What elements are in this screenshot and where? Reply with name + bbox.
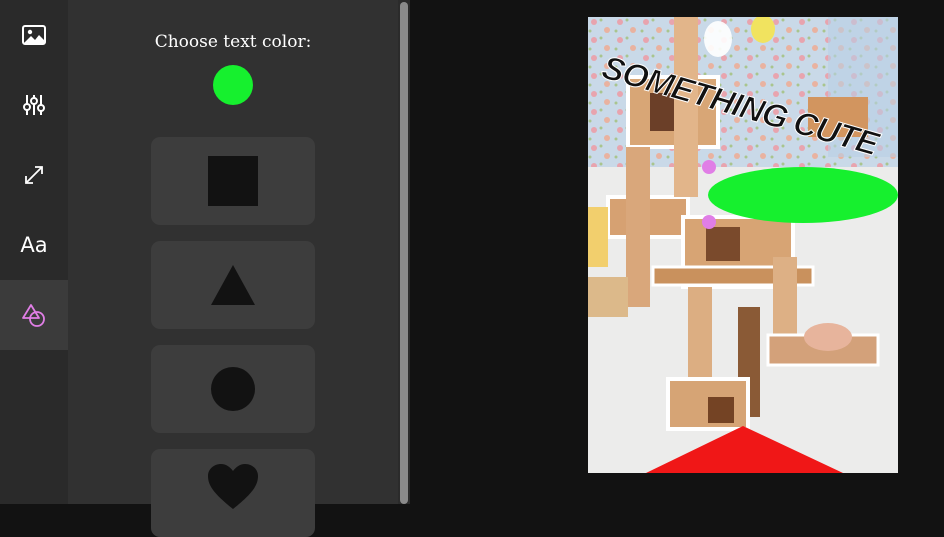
shape-option-square[interactable] bbox=[151, 137, 315, 225]
sidebar-item-adjust[interactable] bbox=[0, 70, 68, 140]
triangle-icon bbox=[211, 265, 255, 305]
photo-illustration: SOMETHING CUTE bbox=[588, 17, 898, 473]
tool-sidebar: Aa bbox=[0, 0, 68, 504]
sliders-icon bbox=[23, 95, 45, 115]
shape-option-heart[interactable] bbox=[151, 449, 315, 537]
shapes-panel: Choose text color: bbox=[68, 0, 398, 537]
shapes-icon bbox=[22, 304, 45, 327]
panel-scrollbar[interactable] bbox=[398, 0, 410, 504]
resize-icon bbox=[25, 166, 43, 184]
shape-option-circle[interactable] bbox=[151, 345, 315, 433]
text-icon: Aa bbox=[20, 233, 48, 257]
panel-title: Choose text color: bbox=[154, 32, 312, 52]
resize-handle-bottom[interactable] bbox=[702, 215, 716, 229]
circle-icon bbox=[211, 367, 255, 411]
resize-handle-top[interactable] bbox=[702, 160, 716, 174]
image-icon bbox=[22, 25, 46, 45]
sidebar-item-text[interactable]: Aa bbox=[0, 210, 68, 280]
sidebar-item-shapes[interactable] bbox=[0, 280, 68, 350]
square-icon bbox=[208, 156, 258, 206]
canvas-area: SOMETHING CUTE bbox=[410, 0, 944, 504]
shape-option-triangle[interactable] bbox=[151, 241, 315, 329]
sidebar-item-image[interactable] bbox=[0, 0, 68, 70]
scrollbar-thumb[interactable] bbox=[400, 2, 408, 504]
sidebar-item-resize[interactable] bbox=[0, 140, 68, 210]
edited-photo[interactable]: SOMETHING CUTE bbox=[588, 17, 898, 473]
text-color-swatch[interactable] bbox=[213, 65, 253, 105]
ellipse-shape[interactable] bbox=[708, 167, 898, 223]
